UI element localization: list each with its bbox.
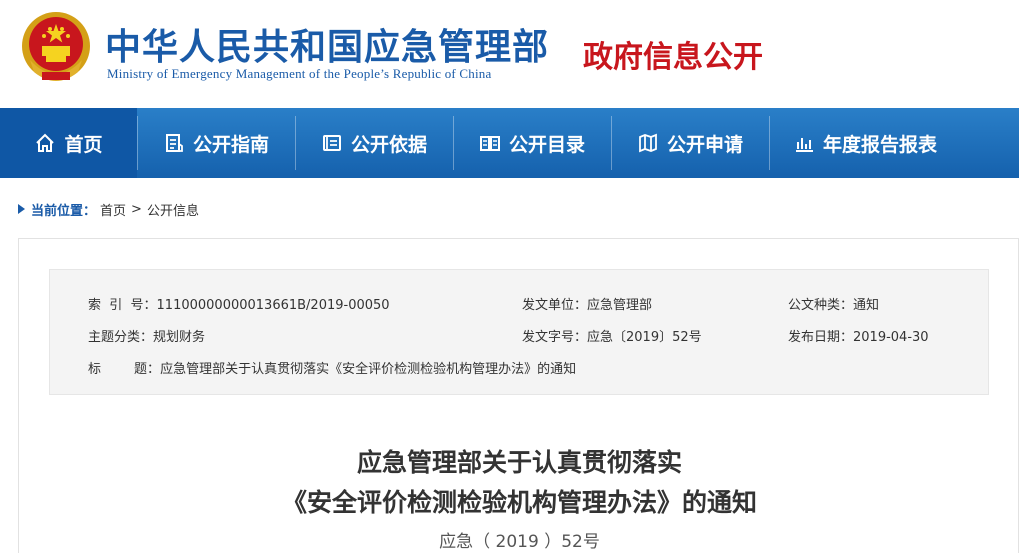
national-emblem-icon bbox=[20, 10, 92, 86]
nav-item-basis[interactable]: 公开依据 bbox=[295, 108, 453, 178]
meta-title: 标 题：应急管理部关于认真贯彻落实《安全评价检测检验机构管理办法》的通知 bbox=[88, 358, 576, 377]
document-title-line-1: 应急管理部关于认真贯彻落实 bbox=[356, 448, 682, 477]
content-panel: 索 引 号：11100000000013661B/2019-00050 发文单位… bbox=[18, 238, 1019, 553]
nav-item-label: 公开申请 bbox=[666, 133, 743, 156]
home-icon bbox=[34, 132, 56, 154]
nav-item-label: 公开指南 bbox=[192, 133, 269, 156]
meta-value: 规划财务 bbox=[153, 330, 206, 345]
meta-doc-type: 公文种类：通知 bbox=[788, 294, 879, 313]
site-subtitle: Ministry of Emergency Management of the … bbox=[107, 66, 492, 81]
document-list-icon bbox=[163, 132, 185, 154]
meta-label: 发文单位： bbox=[522, 298, 588, 313]
nav-item-annual-report[interactable]: 年度报告报表 bbox=[769, 108, 1019, 178]
site-title: 中华人民共和国应急管理部 bbox=[105, 27, 550, 68]
nav-item-label: 首页 bbox=[64, 133, 103, 156]
breadcrumb: 当前位置： 首页 > 公开信息 bbox=[18, 200, 199, 219]
document-number: 应急（ 2019 ）52号 bbox=[439, 532, 600, 552]
main-nav: 首页 公开指南 公开依据 公开目录 公开申请 年度报告报表 bbox=[0, 108, 1019, 178]
meta-label: 发布日期： bbox=[788, 330, 854, 345]
nav-item-apply[interactable]: 公开申请 bbox=[611, 108, 769, 178]
nav-item-label: 公开目录 bbox=[508, 133, 585, 156]
meta-row-1: 索 引 号：11100000000013661B/2019-00050 发文单位… bbox=[50, 294, 990, 314]
meta-label: 主题分类： bbox=[88, 330, 154, 345]
meta-value: 通知 bbox=[853, 298, 880, 313]
meta-doc-number: 发文字号：应急〔2019〕52号 bbox=[522, 326, 702, 345]
meta-value: 应急管理部 bbox=[587, 298, 653, 313]
meta-row-3: 标 题：应急管理部关于认真贯彻落实《安全评价检测检验机构管理办法》的通知 bbox=[50, 358, 990, 378]
meta-category: 主题分类：规划财务 bbox=[88, 326, 205, 345]
nav-item-label: 公开依据 bbox=[350, 133, 427, 156]
meta-publish-date: 发布日期：2019-04-30 bbox=[788, 326, 929, 345]
meta-index-number: 索 引 号：11100000000013661B/2019-00050 bbox=[88, 294, 390, 313]
nav-item-home[interactable]: 首页 bbox=[0, 108, 137, 178]
meta-label: 标 题： bbox=[88, 362, 161, 377]
nav-item-catalog[interactable]: 公开目录 bbox=[453, 108, 611, 178]
book-icon bbox=[321, 132, 343, 154]
meta-row-2: 主题分类：规划财务 发文字号：应急〔2019〕52号 发布日期：2019-04-… bbox=[50, 326, 990, 346]
map-icon bbox=[637, 132, 659, 154]
breadcrumb-item-home[interactable]: 首页 bbox=[100, 200, 126, 219]
site-header: 中华人民共和国应急管理部 Ministry of Emergency Manag… bbox=[0, 0, 1019, 108]
nav-item-guide[interactable]: 公开指南 bbox=[137, 108, 295, 178]
document-metadata: 索 引 号：11100000000013661B/2019-00050 发文单位… bbox=[49, 269, 989, 395]
breadcrumb-arrow-icon bbox=[18, 204, 25, 214]
breadcrumb-item-public-info[interactable]: 公开信息 bbox=[147, 200, 199, 219]
breadcrumb-separator: > bbox=[131, 201, 142, 217]
meta-label: 发文字号： bbox=[522, 330, 588, 345]
meta-label: 公文种类： bbox=[788, 298, 854, 313]
meta-value: 11100000000013661B/2019-00050 bbox=[156, 298, 390, 313]
open-book-icon bbox=[479, 132, 501, 154]
bar-chart-icon bbox=[793, 132, 815, 154]
meta-label: 索 引 号： bbox=[88, 298, 157, 313]
nav-item-label: 年度报告报表 bbox=[823, 133, 938, 156]
document-title-line-2: 《安全评价检测检验机构管理办法》的通知 bbox=[281, 488, 757, 517]
meta-value: 应急管理部关于认真贯彻落实《安全评价检测检验机构管理办法》的通知 bbox=[160, 362, 577, 377]
meta-value: 应急〔2019〕52号 bbox=[587, 330, 702, 345]
breadcrumb-label: 当前位置： bbox=[31, 203, 97, 219]
meta-value: 2019-04-30 bbox=[853, 330, 929, 345]
section-badge: 政府信息公开 bbox=[583, 40, 763, 75]
meta-issuer: 发文单位：应急管理部 bbox=[522, 294, 652, 313]
